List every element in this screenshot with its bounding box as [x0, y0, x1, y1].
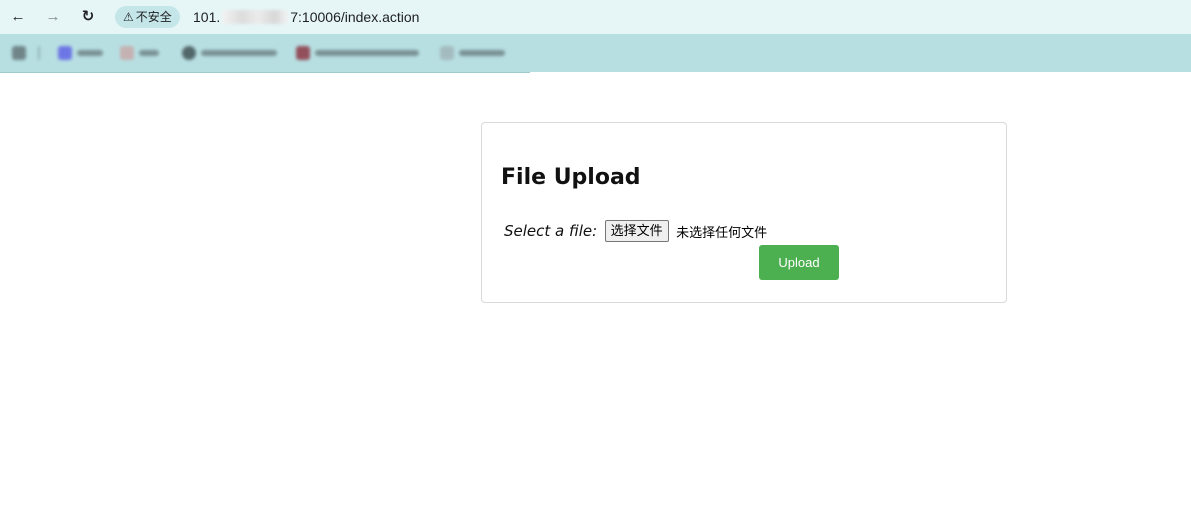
url-suffix: 7:10006/index.action [290, 9, 420, 25]
url-prefix: 101. [193, 9, 221, 25]
reload-icon[interactable]: ↻ [78, 6, 98, 28]
bookmark-item[interactable] [120, 46, 165, 60]
no-file-selected-text: 未选择任何文件 [676, 224, 768, 240]
bookmarks-bar-edge [530, 72, 1191, 73]
warning-icon: ⚠ [123, 10, 134, 24]
browser-address-bar: ← → ↻ ⚠ 不安全 101. 7:10006/index.action [0, 0, 1191, 34]
url-field[interactable]: 101. 7:10006/index.action [193, 6, 419, 28]
file-select-row: Select a file: 选择文件 未选择任何文件 [504, 220, 767, 242]
back-arrow-icon[interactable]: ← [8, 6, 28, 28]
security-label: 不安全 [135, 10, 172, 24]
bookmark-item[interactable] [182, 46, 282, 60]
bookmark-folder[interactable] [440, 46, 510, 60]
redacted-ip-segment [222, 10, 289, 24]
bookmarks-bar [0, 34, 1191, 73]
file-label: Select a file: [504, 222, 598, 240]
apps-grid-icon[interactable] [12, 46, 32, 60]
bookmark-item[interactable] [58, 46, 108, 60]
choose-file-button[interactable]: 选择文件 [604, 220, 669, 242]
bookmark-item[interactable] [296, 46, 426, 60]
page-title: File Upload [501, 165, 641, 190]
bookmark-separator [38, 46, 44, 60]
forward-arrow-icon[interactable]: → [43, 6, 63, 28]
security-indicator[interactable]: ⚠ 不安全 [115, 6, 180, 28]
upload-button[interactable]: Upload [759, 245, 839, 280]
upload-card: File Upload Select a file: 选择文件 未选择任何文件 … [481, 122, 1007, 303]
